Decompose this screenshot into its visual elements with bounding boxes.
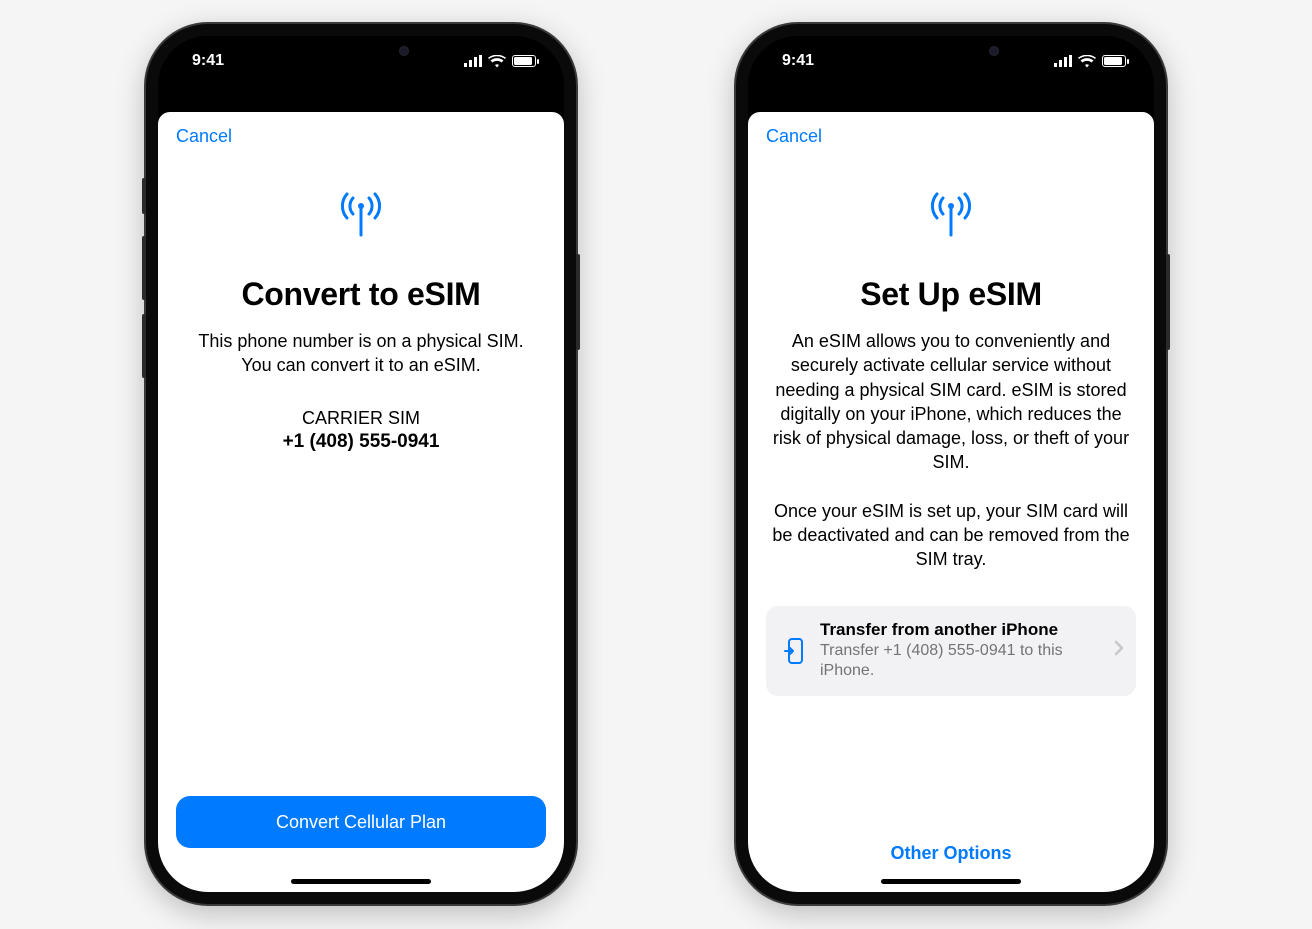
description-paragraph-2: Once your eSIM is set up, your SIM card … — [766, 499, 1136, 572]
carrier-phone-number: +1 (408) 555-0941 — [283, 431, 440, 453]
page-title: Convert to eSIM — [241, 276, 480, 313]
cellular-signal-icon — [464, 55, 482, 67]
modal-sheet: Cancel Convert to eSIM This phone number… — [158, 112, 564, 892]
antenna-icon — [336, 191, 386, 242]
cancel-button[interactable]: Cancel — [766, 126, 822, 147]
subtitle-text: This phone number is on a physical SIM. … — [176, 329, 546, 378]
description-paragraph-1: An eSIM allows you to conveniently and s… — [766, 329, 1136, 475]
phone-frame-left: 9:41 Cancel — [146, 24, 576, 904]
carrier-label: CARRIER SIM — [283, 408, 440, 429]
notch — [285, 36, 437, 66]
home-indicator[interactable] — [291, 879, 431, 884]
notch — [875, 36, 1027, 66]
phone-screen: 9:41 Cancel — [158, 36, 564, 892]
home-indicator[interactable] — [881, 879, 1021, 884]
battery-icon — [1102, 55, 1126, 67]
transfer-title: Transfer from another iPhone — [820, 620, 1114, 640]
page-title: Set Up eSIM — [860, 276, 1042, 313]
phone-frame-right: 9:41 Cancel — [736, 24, 1166, 904]
transfer-subtitle: Transfer +1 (408) 555-0941 to this iPhon… — [820, 641, 1114, 683]
carrier-info: CARRIER SIM +1 (408) 555-0941 — [283, 408, 440, 453]
status-time: 9:41 — [192, 52, 224, 70]
phone-screen: 9:41 Cancel — [748, 36, 1154, 892]
convert-cellular-plan-button[interactable]: Convert Cellular Plan — [176, 796, 546, 848]
modal-sheet: Cancel Set Up eSIM An eSIM allows you to… — [748, 112, 1154, 892]
cellular-signal-icon — [1054, 55, 1072, 67]
transfer-from-iphone-row[interactable]: Transfer from another iPhone Transfer +1… — [766, 606, 1136, 697]
battery-icon — [512, 55, 536, 67]
wifi-icon — [488, 55, 506, 68]
cancel-button[interactable]: Cancel — [176, 126, 232, 147]
chevron-right-icon — [1114, 640, 1124, 661]
antenna-icon — [926, 191, 976, 242]
status-time: 9:41 — [782, 52, 814, 70]
other-options-button[interactable]: Other Options — [883, 835, 1020, 872]
wifi-icon — [1078, 55, 1096, 68]
transfer-to-phone-icon — [780, 637, 808, 665]
